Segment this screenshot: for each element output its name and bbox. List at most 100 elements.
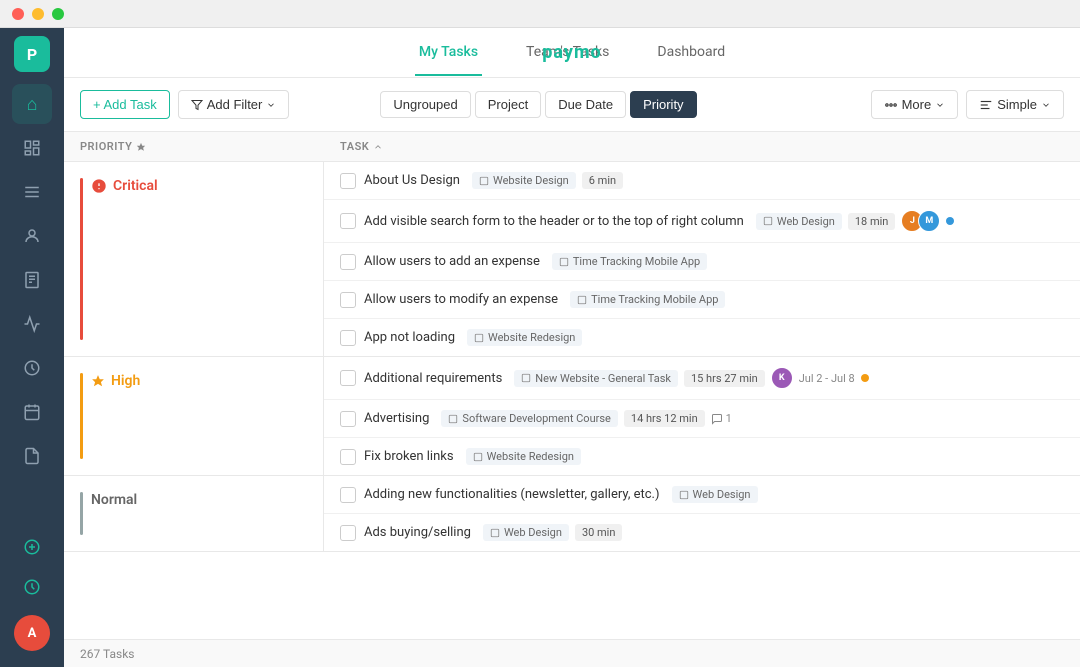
view-button[interactable]: Simple <box>966 90 1064 119</box>
task-tag: Software Development Course <box>441 410 617 427</box>
priority-group-high: High Additional requirements New Website… <box>64 357 1080 476</box>
task-name: Add visible search form to the header or… <box>364 214 744 229</box>
filter-ungrouped[interactable]: Ungrouped <box>380 91 470 118</box>
task-tag: Web Design <box>756 213 842 230</box>
task-list: Critical About Us Design Website Design <box>64 162 1080 639</box>
task-count: 267 Tasks <box>80 647 134 661</box>
sidebar: P ⌂ <box>0 28 64 667</box>
add-task-button[interactable]: + Add Task <box>80 90 170 119</box>
filter-priority[interactable]: Priority <box>630 91 696 118</box>
sidebar-item-clients[interactable] <box>12 216 52 256</box>
task-tag: Time Tracking Mobile App <box>552 253 707 270</box>
minimize-dot[interactable] <box>32 8 44 20</box>
priority-bar-normal <box>80 492 83 535</box>
avatar: M <box>918 210 940 232</box>
sidebar-item-time[interactable] <box>12 348 52 388</box>
avatar-group: K <box>771 367 793 389</box>
task-checkbox[interactable] <box>340 173 356 189</box>
time-badge: 30 min <box>575 524 623 541</box>
task-name: Ads buying/selling <box>364 525 471 540</box>
task-checkbox[interactable] <box>340 254 356 270</box>
priority-label-high: High <box>91 373 140 389</box>
tab-dashboard[interactable]: Dashboard <box>653 30 729 76</box>
sidebar-item-calendar[interactable] <box>12 392 52 432</box>
table-row: Allow users to modify an expense Time Tr… <box>324 281 1080 319</box>
task-meta: Software Development Course 14 hrs 12 mi… <box>441 410 731 427</box>
task-checkbox[interactable] <box>340 370 356 386</box>
task-meta: Web Design <box>672 486 758 503</box>
sidebar-item-timer[interactable] <box>12 567 52 607</box>
toolbar: + Add Task Add Filter Ungrouped Project … <box>64 78 1080 132</box>
task-name: Additional requirements <box>364 371 502 386</box>
close-dot[interactable] <box>12 8 24 20</box>
task-checkbox[interactable] <box>340 292 356 308</box>
sidebar-item-reports[interactable] <box>12 128 52 168</box>
sidebar-item-docs[interactable] <box>12 436 52 476</box>
table-row: App not loading Website Redesign <box>324 319 1080 356</box>
sidebar-item-home[interactable]: ⌂ <box>12 84 52 124</box>
task-tag: Web Design <box>483 524 569 541</box>
priority-group-normal: Normal Adding new functionalities (newsl… <box>64 476 1080 552</box>
task-meta: New Website - General Task 15 hrs 27 min… <box>514 367 868 389</box>
task-meta: Web Design 30 min <box>483 524 623 541</box>
task-meta: Website Design 6 min <box>472 172 623 189</box>
tasks-normal: Adding new functionalities (newsletter, … <box>324 476 1080 551</box>
task-meta: Time Tracking Mobile App <box>570 291 725 308</box>
task-checkbox[interactable] <box>340 213 356 229</box>
time-badge: 15 hrs 27 min <box>684 370 765 387</box>
avatar: K <box>771 367 793 389</box>
task-meta: Time Tracking Mobile App <box>552 253 707 270</box>
table-header: PRIORITY TASK <box>64 132 1080 162</box>
add-filter-button[interactable]: Add Filter <box>178 90 290 119</box>
comment-badge: 1 <box>711 412 732 425</box>
tasks-critical: About Us Design Website Design 6 min Ad <box>324 162 1080 356</box>
sidebar-item-projects[interactable] <box>12 172 52 212</box>
title-bar <box>0 0 1080 28</box>
sidebar-logo: P <box>14 36 50 72</box>
more-button[interactable]: More <box>871 90 959 119</box>
table-row: Allow users to add an expense Time Track… <box>324 243 1080 281</box>
task-tag: New Website - General Task <box>514 370 678 387</box>
main-content: paymo My Tasks Team's Tasks Dashboard + … <box>64 28 1080 667</box>
priority-cell-high: High <box>64 357 324 475</box>
priority-label-critical: Critical <box>91 178 158 194</box>
filter-due-date[interactable]: Due Date <box>545 91 626 118</box>
task-name: App not loading <box>364 330 455 345</box>
table-row: Ads buying/selling Web Design 30 min <box>324 514 1080 551</box>
task-tag: Website Redesign <box>467 329 582 346</box>
status-dot <box>946 217 954 225</box>
filter-group: Ungrouped Project Due Date Priority <box>380 91 696 118</box>
task-checkbox[interactable] <box>340 449 356 465</box>
table-row: Additional requirements New Website - Ge… <box>324 357 1080 400</box>
table-row: Fix broken links Website Redesign <box>324 438 1080 475</box>
top-navigation: paymo My Tasks Team's Tasks Dashboard <box>64 28 1080 78</box>
maximize-dot[interactable] <box>52 8 64 20</box>
task-checkbox[interactable] <box>340 487 356 503</box>
task-name: Adding new functionalities (newsletter, … <box>364 487 660 502</box>
sidebar-item-invoices[interactable] <box>12 260 52 300</box>
more-label: More <box>902 97 932 112</box>
col-priority-header: PRIORITY <box>80 140 308 153</box>
task-checkbox[interactable] <box>340 411 356 427</box>
table-row: Add visible search form to the header or… <box>324 200 1080 243</box>
priority-cell-critical: Critical <box>64 162 324 356</box>
task-name: Fix broken links <box>364 449 454 464</box>
priority-group-critical: Critical About Us Design Website Design <box>64 162 1080 357</box>
status-dot <box>861 374 869 382</box>
filter-project[interactable]: Project <box>475 91 541 118</box>
sidebar-item-charts[interactable] <box>12 304 52 344</box>
task-checkbox[interactable] <box>340 525 356 541</box>
col-task-header: TASK <box>340 140 1064 153</box>
time-badge: 6 min <box>582 172 623 189</box>
table-row: About Us Design Website Design 6 min <box>324 162 1080 200</box>
user-avatar[interactable]: A <box>14 615 50 651</box>
task-checkbox[interactable] <box>340 330 356 346</box>
task-tag: Time Tracking Mobile App <box>570 291 725 308</box>
tab-my-tasks[interactable]: My Tasks <box>415 30 482 76</box>
table-row: Adding new functionalities (newsletter, … <box>324 476 1080 514</box>
task-tag: Website Design <box>472 172 576 189</box>
time-badge: 18 min <box>848 213 896 230</box>
sidebar-item-add[interactable] <box>12 527 52 567</box>
task-name: About Us Design <box>364 173 460 188</box>
status-bar: 267 Tasks <box>64 639 1080 667</box>
